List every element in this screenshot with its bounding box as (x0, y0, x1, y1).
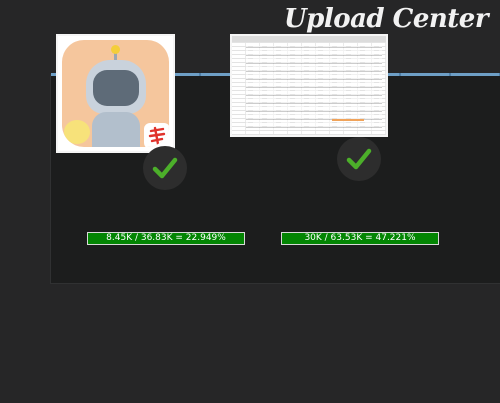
robot-antenna (111, 45, 120, 54)
checkmark-icon (337, 137, 381, 181)
brand-logo-icon (144, 123, 169, 147)
thumbnail-spreadsheet[interactable] (230, 34, 388, 137)
robot-body (92, 112, 140, 147)
progress-bar: 30K / 63.53K = 47.221% (281, 232, 439, 245)
spreadsheet-cells (246, 46, 382, 130)
robot-face (93, 70, 139, 106)
spreadsheet-image (232, 36, 386, 135)
progress-bar: 8.45K / 36.83K = 22.949% (87, 232, 245, 245)
spreadsheet-header (232, 36, 386, 42)
checkmark-icon (143, 146, 187, 190)
leaf-shape (64, 120, 90, 144)
spreadsheet-highlight (332, 119, 364, 121)
page-title: Upload Center (284, 4, 489, 34)
app-icon-image (62, 40, 169, 147)
thumbnail-app-icon[interactable] (56, 34, 175, 153)
